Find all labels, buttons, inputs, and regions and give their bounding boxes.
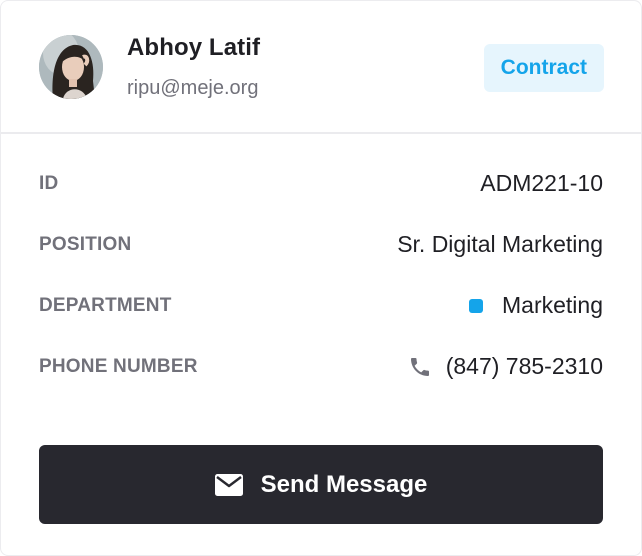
detail-value-phone: (847) 785-2310 <box>408 353 603 380</box>
employment-type-badge: Contract <box>483 44 604 92</box>
department-name: Marketing <box>502 292 603 318</box>
detail-label: PHONE NUMBER <box>39 355 198 377</box>
detail-value-department: Marketing <box>469 292 603 319</box>
employee-card: Abhoy Latif ripu@meje.org Contract ID AD… <box>0 0 642 556</box>
send-message-button[interactable]: Send Message <box>39 445 603 524</box>
profile-name: Abhoy Latif <box>127 34 261 61</box>
mail-icon <box>214 473 243 496</box>
avatar <box>39 35 103 99</box>
detail-value: ADM221-10 <box>480 170 603 196</box>
detail-row-position: POSITION Sr. Digital Marketing <box>39 214 603 275</box>
detail-row-id: ID ADM221-10 <box>39 153 603 214</box>
profile-email: ripu@meje.org <box>127 77 259 99</box>
phone-number: (847) 785-2310 <box>445 353 603 379</box>
details-list: ID ADM221-10 POSITION Sr. Digital Market… <box>39 153 603 397</box>
detail-value: Sr. Digital Marketing <box>397 231 603 257</box>
detail-row-department: DEPARTMENT Marketing <box>39 275 603 336</box>
detail-label: DEPARTMENT <box>39 294 172 316</box>
detail-row-phone: PHONE NUMBER (847) 785-2310 <box>39 336 603 397</box>
detail-label: ID <box>39 172 59 194</box>
avatar-photo <box>39 35 103 99</box>
detail-label: POSITION <box>39 233 132 255</box>
phone-icon <box>408 355 432 379</box>
card-header: Abhoy Latif ripu@meje.org Contract <box>1 1 641 134</box>
department-color-dot <box>469 298 484 313</box>
send-message-label: Send Message <box>260 470 428 498</box>
